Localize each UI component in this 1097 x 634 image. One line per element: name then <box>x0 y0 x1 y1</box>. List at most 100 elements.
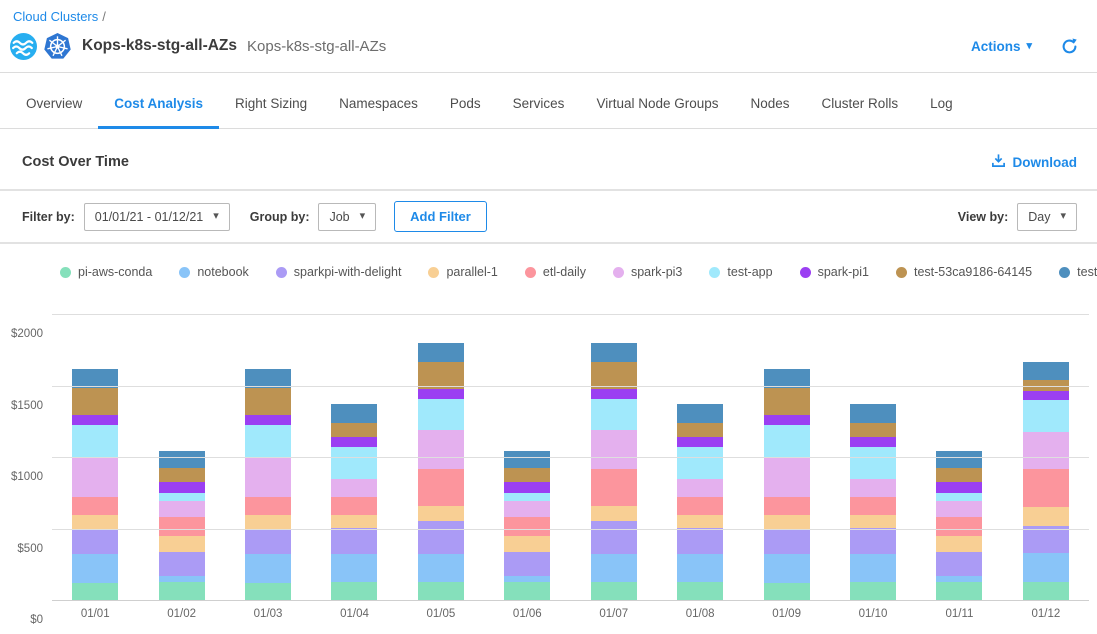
bar-segment-pi-aws-conda[interactable] <box>936 582 982 601</box>
legend-item-pi-aws-conda[interactable]: pi-aws-conda <box>60 265 152 279</box>
bar-segment-test-app[interactable] <box>159 493 205 501</box>
bar-segment-test-53ca9186-64145[interactable] <box>245 388 291 415</box>
stacked-bar-01/10[interactable] <box>850 404 896 601</box>
stacked-bar-01/09[interactable] <box>764 369 810 601</box>
stacked-bar-01/05[interactable] <box>418 343 464 601</box>
bar-segment-parallel-1[interactable] <box>159 536 205 552</box>
stacked-bar-01/04[interactable] <box>331 404 377 601</box>
bar-segment-notebook[interactable] <box>764 554 810 583</box>
bar-segment-test-pkix[interactable] <box>677 404 723 423</box>
legend-item-spark-pi1[interactable]: spark-pi1 <box>800 265 869 279</box>
bar-segment-notebook[interactable] <box>72 554 118 583</box>
tab-right-sizing[interactable]: Right Sizing <box>219 78 323 129</box>
bar-segment-test-53ca9186-64145[interactable] <box>936 468 982 482</box>
bar-segment-test-app[interactable] <box>418 399 464 430</box>
stacked-bar-01/08[interactable] <box>677 404 723 601</box>
bar-segment-sparkpi-with-delight[interactable] <box>591 521 637 554</box>
legend-item-spark-pi3[interactable]: spark-pi3 <box>613 265 682 279</box>
tab-cluster-rolls[interactable]: Cluster Rolls <box>806 78 915 129</box>
bar-segment-etl-daily[interactable] <box>159 517 205 536</box>
bar-segment-test-pkix[interactable] <box>418 343 464 362</box>
bar-segment-sparkpi-with-delight[interactable] <box>764 530 810 554</box>
bar-segment-spark-pi1[interactable] <box>677 437 723 447</box>
tab-nodes[interactable]: Nodes <box>735 78 806 129</box>
bar-segment-test-pkix[interactable] <box>850 404 896 423</box>
tab-log[interactable]: Log <box>914 78 969 129</box>
tab-overview[interactable]: Overview <box>10 78 98 129</box>
bar-segment-test-pkix[interactable] <box>591 343 637 362</box>
legend-item-etl-daily[interactable]: etl-daily <box>525 265 586 279</box>
bar-segment-sparkpi-with-delight[interactable] <box>936 552 982 576</box>
tab-cost-analysis[interactable]: Cost Analysis <box>98 78 219 129</box>
tab-virtual-node-groups[interactable]: Virtual Node Groups <box>580 78 734 129</box>
view-by-select[interactable]: Day▾ <box>1017 203 1077 231</box>
bar-segment-spark-pi1[interactable] <box>850 437 896 447</box>
bar-segment-notebook[interactable] <box>245 554 291 583</box>
bar-segment-parallel-1[interactable] <box>591 506 637 521</box>
bar-segment-parallel-1[interactable] <box>245 515 291 529</box>
bar-segment-test-app[interactable] <box>504 493 550 501</box>
bar-segment-etl-daily[interactable] <box>1023 469 1069 508</box>
bar-segment-parallel-1[interactable] <box>764 515 810 529</box>
bar-segment-test-pkix[interactable] <box>159 451 205 468</box>
bar-segment-sparkpi-with-delight[interactable] <box>418 521 464 554</box>
tab-services[interactable]: Services <box>497 78 581 129</box>
bar-segment-test-53ca9186-64145[interactable] <box>504 468 550 482</box>
bar-segment-test-pkix[interactable] <box>936 451 982 468</box>
bar-segment-parallel-1[interactable] <box>936 536 982 552</box>
stacked-bar-01/11[interactable] <box>936 451 982 601</box>
stacked-bar-01/06[interactable] <box>504 451 550 601</box>
bar-segment-pi-aws-conda[interactable] <box>331 582 377 601</box>
bar-segment-test-app[interactable] <box>764 425 810 458</box>
bar-segment-test-53ca9186-64145[interactable] <box>331 423 377 437</box>
bar-segment-parallel-1[interactable] <box>850 515 896 528</box>
bar-segment-sparkpi-with-delight[interactable] <box>1023 526 1069 553</box>
legend-item-test-53ca9186-64145[interactable]: test-53ca9186-64145 <box>896 265 1032 279</box>
bar-segment-spark-pi3[interactable] <box>677 479 723 497</box>
bar-segment-etl-daily[interactable] <box>764 497 810 516</box>
bar-segment-spark-pi3[interactable] <box>159 501 205 517</box>
bar-segment-notebook[interactable] <box>591 554 637 583</box>
legend-item-sparkpi-with-delight[interactable]: sparkpi-with-delight <box>276 265 402 279</box>
bar-segment-etl-daily[interactable] <box>504 517 550 536</box>
bar-segment-pi-aws-conda[interactable] <box>504 582 550 601</box>
stacked-bar-01/03[interactable] <box>245 369 291 601</box>
bar-segment-test-app[interactable] <box>850 447 896 478</box>
bar-segment-etl-daily[interactable] <box>72 497 118 516</box>
bar-segment-test-app[interactable] <box>677 447 723 478</box>
bar-segment-sparkpi-with-delight[interactable] <box>504 552 550 576</box>
bar-segment-etl-daily[interactable] <box>418 469 464 506</box>
tab-pods[interactable]: Pods <box>434 78 497 129</box>
bar-segment-parallel-1[interactable] <box>677 515 723 528</box>
bar-segment-spark-pi1[interactable] <box>159 482 205 493</box>
bar-segment-test-53ca9186-64145[interactable] <box>850 423 896 437</box>
bar-segment-parallel-1[interactable] <box>72 515 118 529</box>
bar-segment-spark-pi3[interactable] <box>936 501 982 517</box>
stacked-bar-01/07[interactable] <box>591 343 637 601</box>
bar-segment-pi-aws-conda[interactable] <box>245 583 291 601</box>
bar-segment-spark-pi3[interactable] <box>72 458 118 497</box>
bar-segment-sparkpi-with-delight[interactable] <box>331 528 377 554</box>
bar-segment-parallel-1[interactable] <box>331 515 377 528</box>
bar-segment-parallel-1[interactable] <box>418 506 464 521</box>
bar-segment-spark-pi1[interactable] <box>764 415 810 425</box>
legend-item-test-pkix[interactable]: test-pkix <box>1059 265 1097 279</box>
bar-segment-test-app[interactable] <box>331 447 377 478</box>
bar-segment-etl-daily[interactable] <box>591 469 637 506</box>
bar-segment-pi-aws-conda[interactable] <box>72 583 118 601</box>
bar-segment-spark-pi3[interactable] <box>591 430 637 469</box>
bar-segment-notebook[interactable] <box>850 554 896 583</box>
bar-segment-test-53ca9186-64145[interactable] <box>72 388 118 415</box>
bar-segment-notebook[interactable] <box>418 554 464 583</box>
bar-segment-test-pkix[interactable] <box>331 404 377 423</box>
bar-segment-test-pkix[interactable] <box>1023 362 1069 381</box>
legend-item-test-app[interactable]: test-app <box>709 265 772 279</box>
bar-segment-sparkpi-with-delight[interactable] <box>245 530 291 554</box>
actions-button[interactable]: Actions▾ <box>971 39 1032 54</box>
bar-segment-etl-daily[interactable] <box>850 497 896 516</box>
bar-segment-test-app[interactable] <box>1023 400 1069 431</box>
bar-segment-etl-daily[interactable] <box>331 497 377 516</box>
bar-segment-etl-daily[interactable] <box>936 517 982 536</box>
bar-segment-spark-pi1[interactable] <box>504 482 550 493</box>
add-filter-button[interactable]: Add Filter <box>394 201 487 232</box>
